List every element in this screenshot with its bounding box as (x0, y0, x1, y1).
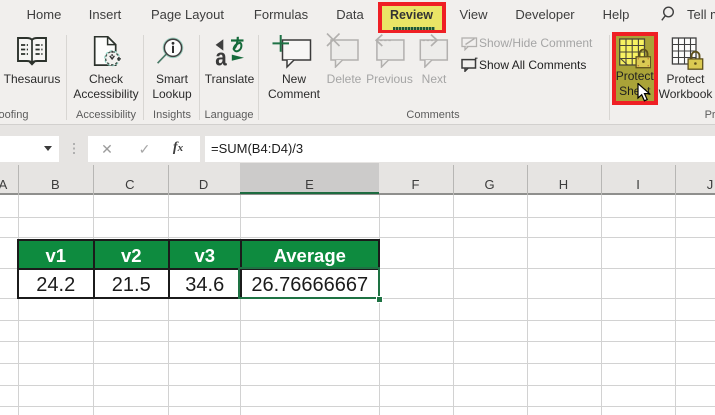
svg-text:a: a (215, 45, 227, 67)
